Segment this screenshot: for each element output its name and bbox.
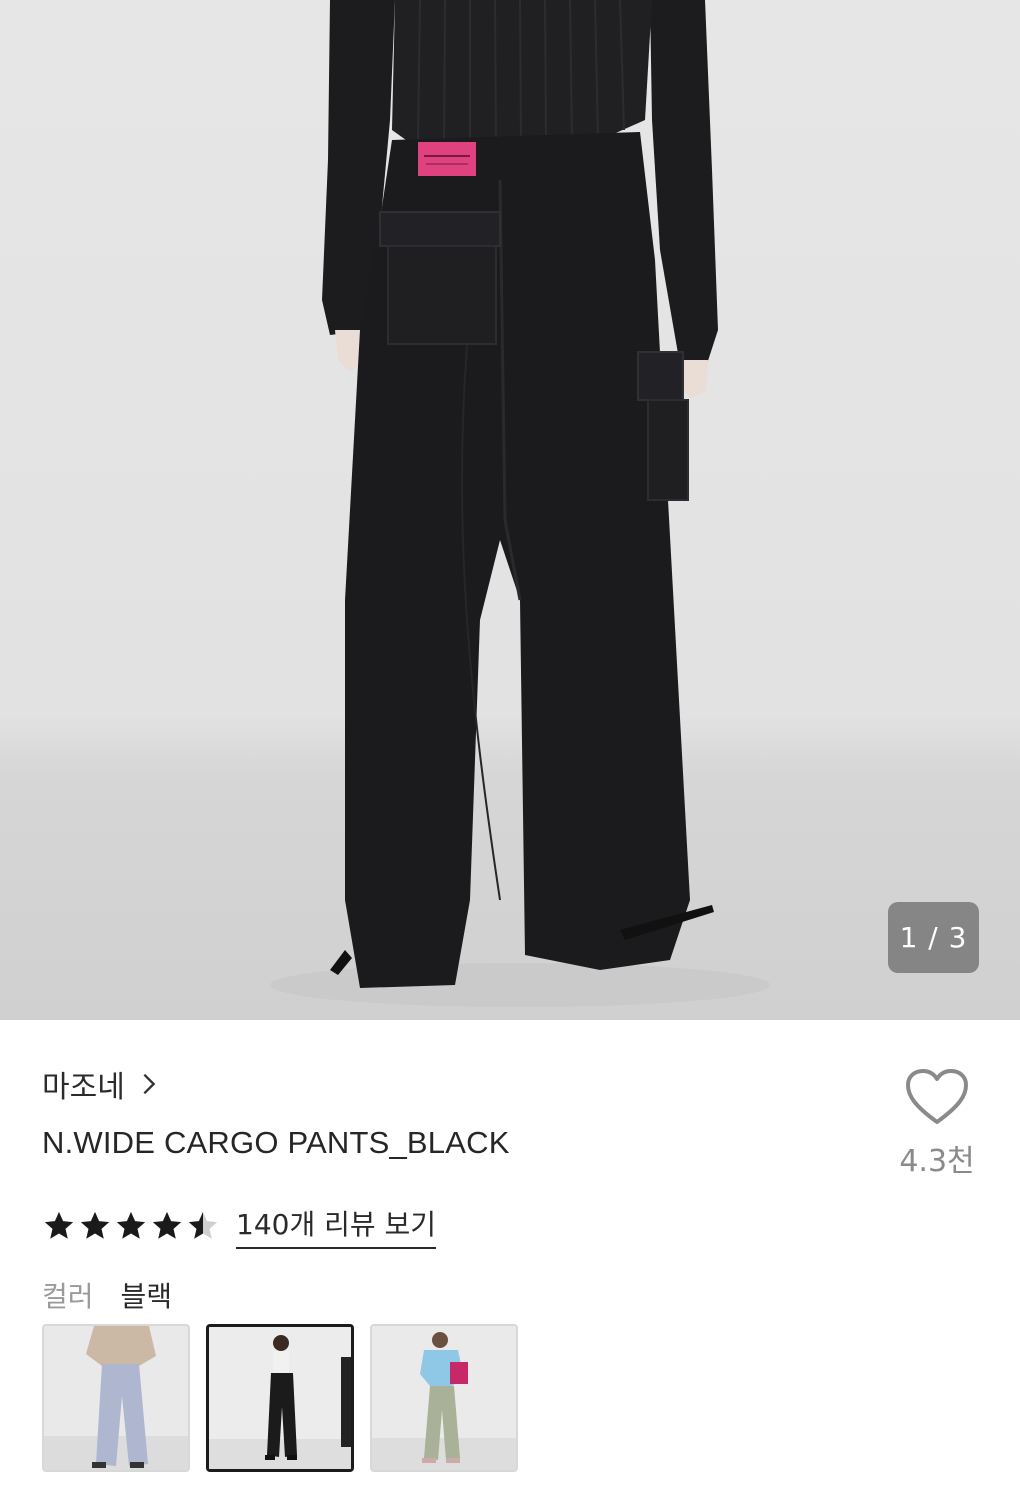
swatch-light-blue-image	[44, 1326, 188, 1470]
swatch-light-blue[interactable]	[42, 1324, 190, 1472]
product-photo-illustration	[270, 0, 770, 1007]
swatch-black[interactable]	[206, 1324, 354, 1472]
review-link[interactable]: 140개 리뷰 보기	[236, 1203, 437, 1249]
like-count: 4.3천	[899, 1144, 975, 1179]
product-image[interactable]: 1 / 3	[0, 0, 1020, 1020]
star-icon	[80, 1211, 110, 1239]
color-label: 컬러	[42, 1280, 94, 1313]
star-icon	[116, 1211, 146, 1239]
swatch-khaki-image	[372, 1326, 516, 1470]
brand-link[interactable]: 마조네	[42, 1062, 163, 1106]
brand-name: 마조네	[42, 1070, 125, 1105]
product-title: N.WIDE CARGO PANTS_BLACK	[42, 1125, 510, 1160]
star-icon	[152, 1211, 182, 1239]
color-value: 블랙	[120, 1280, 172, 1313]
image-counter: 1 / 3	[888, 902, 979, 973]
star-icon	[44, 1211, 74, 1239]
swatch-black-image	[209, 1327, 351, 1469]
color-swatches	[42, 1324, 518, 1472]
color-option: 컬러 블랙	[42, 1275, 172, 1315]
star-rating	[42, 1209, 220, 1243]
star-half-icon	[188, 1211, 218, 1239]
rating-row: 140개 리뷰 보기	[42, 1203, 437, 1249]
like-button[interactable]: 4.3천	[892, 1068, 982, 1180]
heart-outline-icon	[906, 1069, 968, 1124]
swatch-khaki[interactable]	[370, 1324, 518, 1472]
chevron-right-icon	[143, 1073, 156, 1095]
